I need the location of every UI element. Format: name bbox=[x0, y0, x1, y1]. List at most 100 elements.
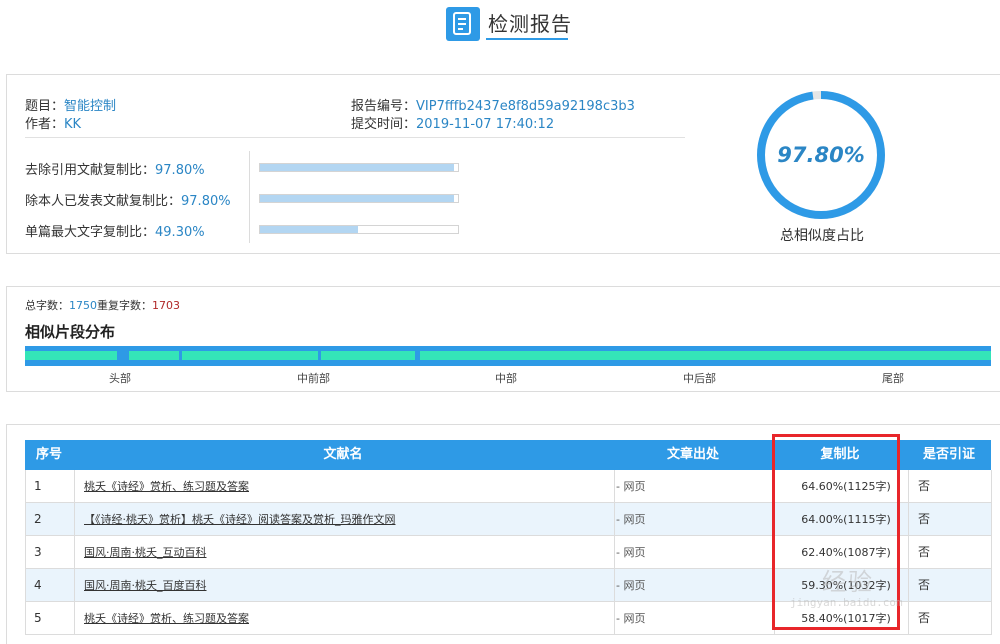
stat-value: 97.80% bbox=[181, 194, 231, 209]
source-origin: - 网页 bbox=[616, 546, 646, 559]
similarity-ring: 97.80% bbox=[753, 87, 889, 223]
column-divider bbox=[614, 470, 615, 503]
column-divider bbox=[74, 569, 75, 602]
page-title: 检测报告 bbox=[488, 12, 572, 36]
col-header-name: 文献名 bbox=[323, 447, 363, 462]
column-divider bbox=[614, 602, 615, 635]
column-divider bbox=[74, 503, 75, 536]
stat-progress-bar bbox=[259, 225, 459, 234]
cited-flag: 否 bbox=[918, 545, 931, 559]
repeat-count-label: 重复字数： bbox=[97, 299, 152, 312]
source-origin: - 网页 bbox=[616, 579, 646, 592]
meta-submit-time-value: 2019-11-07 17:40:12 bbox=[416, 117, 555, 132]
stat-label: 单篇最大文字复制比： bbox=[25, 225, 156, 240]
column-divider bbox=[991, 602, 992, 635]
ratio-highlight-box bbox=[772, 434, 900, 630]
total-count-label: 总字数： bbox=[25, 299, 69, 312]
stat-progress-bar bbox=[259, 163, 459, 172]
distribution-label-back-middle: 中后部 bbox=[683, 372, 716, 385]
meta-report-no-value: VIP7fffb2437e8f8d59a92198c3b3 bbox=[416, 99, 635, 114]
report-header: 检测报告 bbox=[0, 0, 1000, 50]
source-link[interactable]: 桃夭《诗经》赏析、练习题及答案 bbox=[84, 602, 604, 635]
meta-report-no-label: 报告编号： bbox=[351, 99, 417, 114]
stat-label: 去除引用文献复制比： bbox=[25, 163, 156, 178]
stat-value: 49.30% bbox=[155, 225, 205, 240]
source-link[interactable]: 【《诗经·桃夭》赏析】桃夭《诗经》阅读答案及赏析_玛雅作文网 bbox=[84, 503, 604, 536]
stat-row-max-single: 单篇最大文字复制比：49.30% bbox=[25, 221, 205, 240]
row-index: 5 bbox=[34, 611, 42, 625]
source-link[interactable]: 桃夭《诗经》赏析、练习题及答案 bbox=[84, 470, 604, 503]
distribution-label-tail: 尾部 bbox=[882, 372, 904, 385]
stat-row-exclude-citation: 去除引用文献复制比：97.80% bbox=[25, 159, 205, 178]
col-header-cite: 是否引证 bbox=[922, 447, 975, 462]
column-divider bbox=[908, 470, 909, 503]
column-divider bbox=[74, 536, 75, 569]
row-index: 2 bbox=[34, 512, 42, 526]
source-link[interactable]: 国风·周南·桃夭_互动百科 bbox=[84, 536, 604, 569]
meta-submit-time-label: 提交时间： bbox=[351, 117, 417, 132]
row-index: 4 bbox=[34, 578, 42, 592]
column-divider bbox=[991, 470, 992, 503]
cited-flag: 否 bbox=[918, 512, 931, 526]
distribution-label-middle: 中部 bbox=[495, 372, 517, 385]
row-index: 1 bbox=[34, 479, 42, 493]
meta-title-label: 题目： bbox=[25, 99, 65, 114]
stat-row-exclude-own: 除本人已发表文献复制比：97.80% bbox=[25, 190, 231, 209]
row-index: 3 bbox=[34, 545, 42, 559]
total-count-value: 1750 bbox=[69, 299, 97, 312]
cited-flag: 否 bbox=[918, 611, 931, 625]
similarity-label: 总相似度占比 bbox=[780, 228, 864, 244]
column-divider bbox=[74, 470, 75, 503]
distribution-segment bbox=[182, 351, 318, 360]
meta-divider bbox=[25, 137, 685, 138]
meta-title: 题目：智能控制 bbox=[25, 95, 116, 114]
column-divider bbox=[991, 536, 992, 569]
summary-panel: 题目：智能控制 作者：KK 报告编号：VIP7fffb2437e8f8d59a9… bbox=[6, 74, 1000, 254]
document-icon bbox=[446, 7, 480, 41]
column-divider bbox=[614, 569, 615, 602]
similarity-value: 97.80% bbox=[777, 143, 865, 167]
stat-progress-bar bbox=[259, 194, 459, 203]
meta-author: 作者：KK bbox=[25, 113, 81, 132]
distribution-segment bbox=[321, 351, 415, 360]
source-origin: - 网页 bbox=[616, 513, 646, 526]
meta-submit-time: 提交时间：2019-11-07 17:40:12 bbox=[351, 113, 554, 132]
col-header-index: 序号 bbox=[35, 447, 62, 462]
column-divider bbox=[74, 602, 75, 635]
column-divider bbox=[991, 503, 992, 536]
column-divider bbox=[614, 503, 615, 536]
meta-report-no: 报告编号：VIP7fffb2437e8f8d59a92198c3b3 bbox=[351, 95, 635, 114]
stat-progress-fill bbox=[260, 226, 358, 233]
distribution-panel: 总字数：1750重复字数：1703 相似片段分布 头部 中前部 中部 中后部 尾… bbox=[6, 286, 1000, 392]
meta-author-value: KK bbox=[64, 117, 82, 132]
repeat-count-value: 1703 bbox=[152, 299, 180, 312]
source-origin: - 网页 bbox=[616, 612, 646, 625]
distribution-label-head: 头部 bbox=[109, 372, 131, 385]
column-divider bbox=[908, 536, 909, 569]
distribution-title: 相似片段分布 bbox=[25, 323, 116, 341]
column-divider bbox=[908, 569, 909, 602]
column-divider bbox=[908, 602, 909, 635]
stat-label: 除本人已发表文献复制比： bbox=[25, 194, 182, 209]
source-origin: - 网页 bbox=[616, 480, 646, 493]
distribution-bar bbox=[25, 346, 991, 366]
column-divider bbox=[908, 503, 909, 536]
distribution-segment bbox=[25, 351, 117, 360]
stats-divider bbox=[249, 151, 250, 243]
col-header-source: 文章出处 bbox=[666, 447, 719, 462]
title-underline bbox=[486, 38, 568, 40]
stat-progress-fill bbox=[260, 164, 454, 171]
cited-flag: 否 bbox=[918, 479, 931, 493]
distribution-label-front-middle: 中前部 bbox=[297, 372, 330, 385]
source-link[interactable]: 国风·周南·桃夭_百度百科 bbox=[84, 569, 604, 602]
stat-value: 97.80% bbox=[155, 163, 205, 178]
column-divider bbox=[614, 536, 615, 569]
stat-progress-fill bbox=[260, 195, 454, 202]
meta-author-label: 作者： bbox=[25, 117, 65, 132]
distribution-segment bbox=[129, 351, 179, 360]
word-counts: 总字数：1750重复字数：1703 bbox=[25, 297, 180, 313]
meta-title-value: 智能控制 bbox=[64, 99, 117, 114]
distribution-segment bbox=[420, 351, 991, 360]
cited-flag: 否 bbox=[918, 578, 931, 592]
column-divider bbox=[991, 569, 992, 602]
